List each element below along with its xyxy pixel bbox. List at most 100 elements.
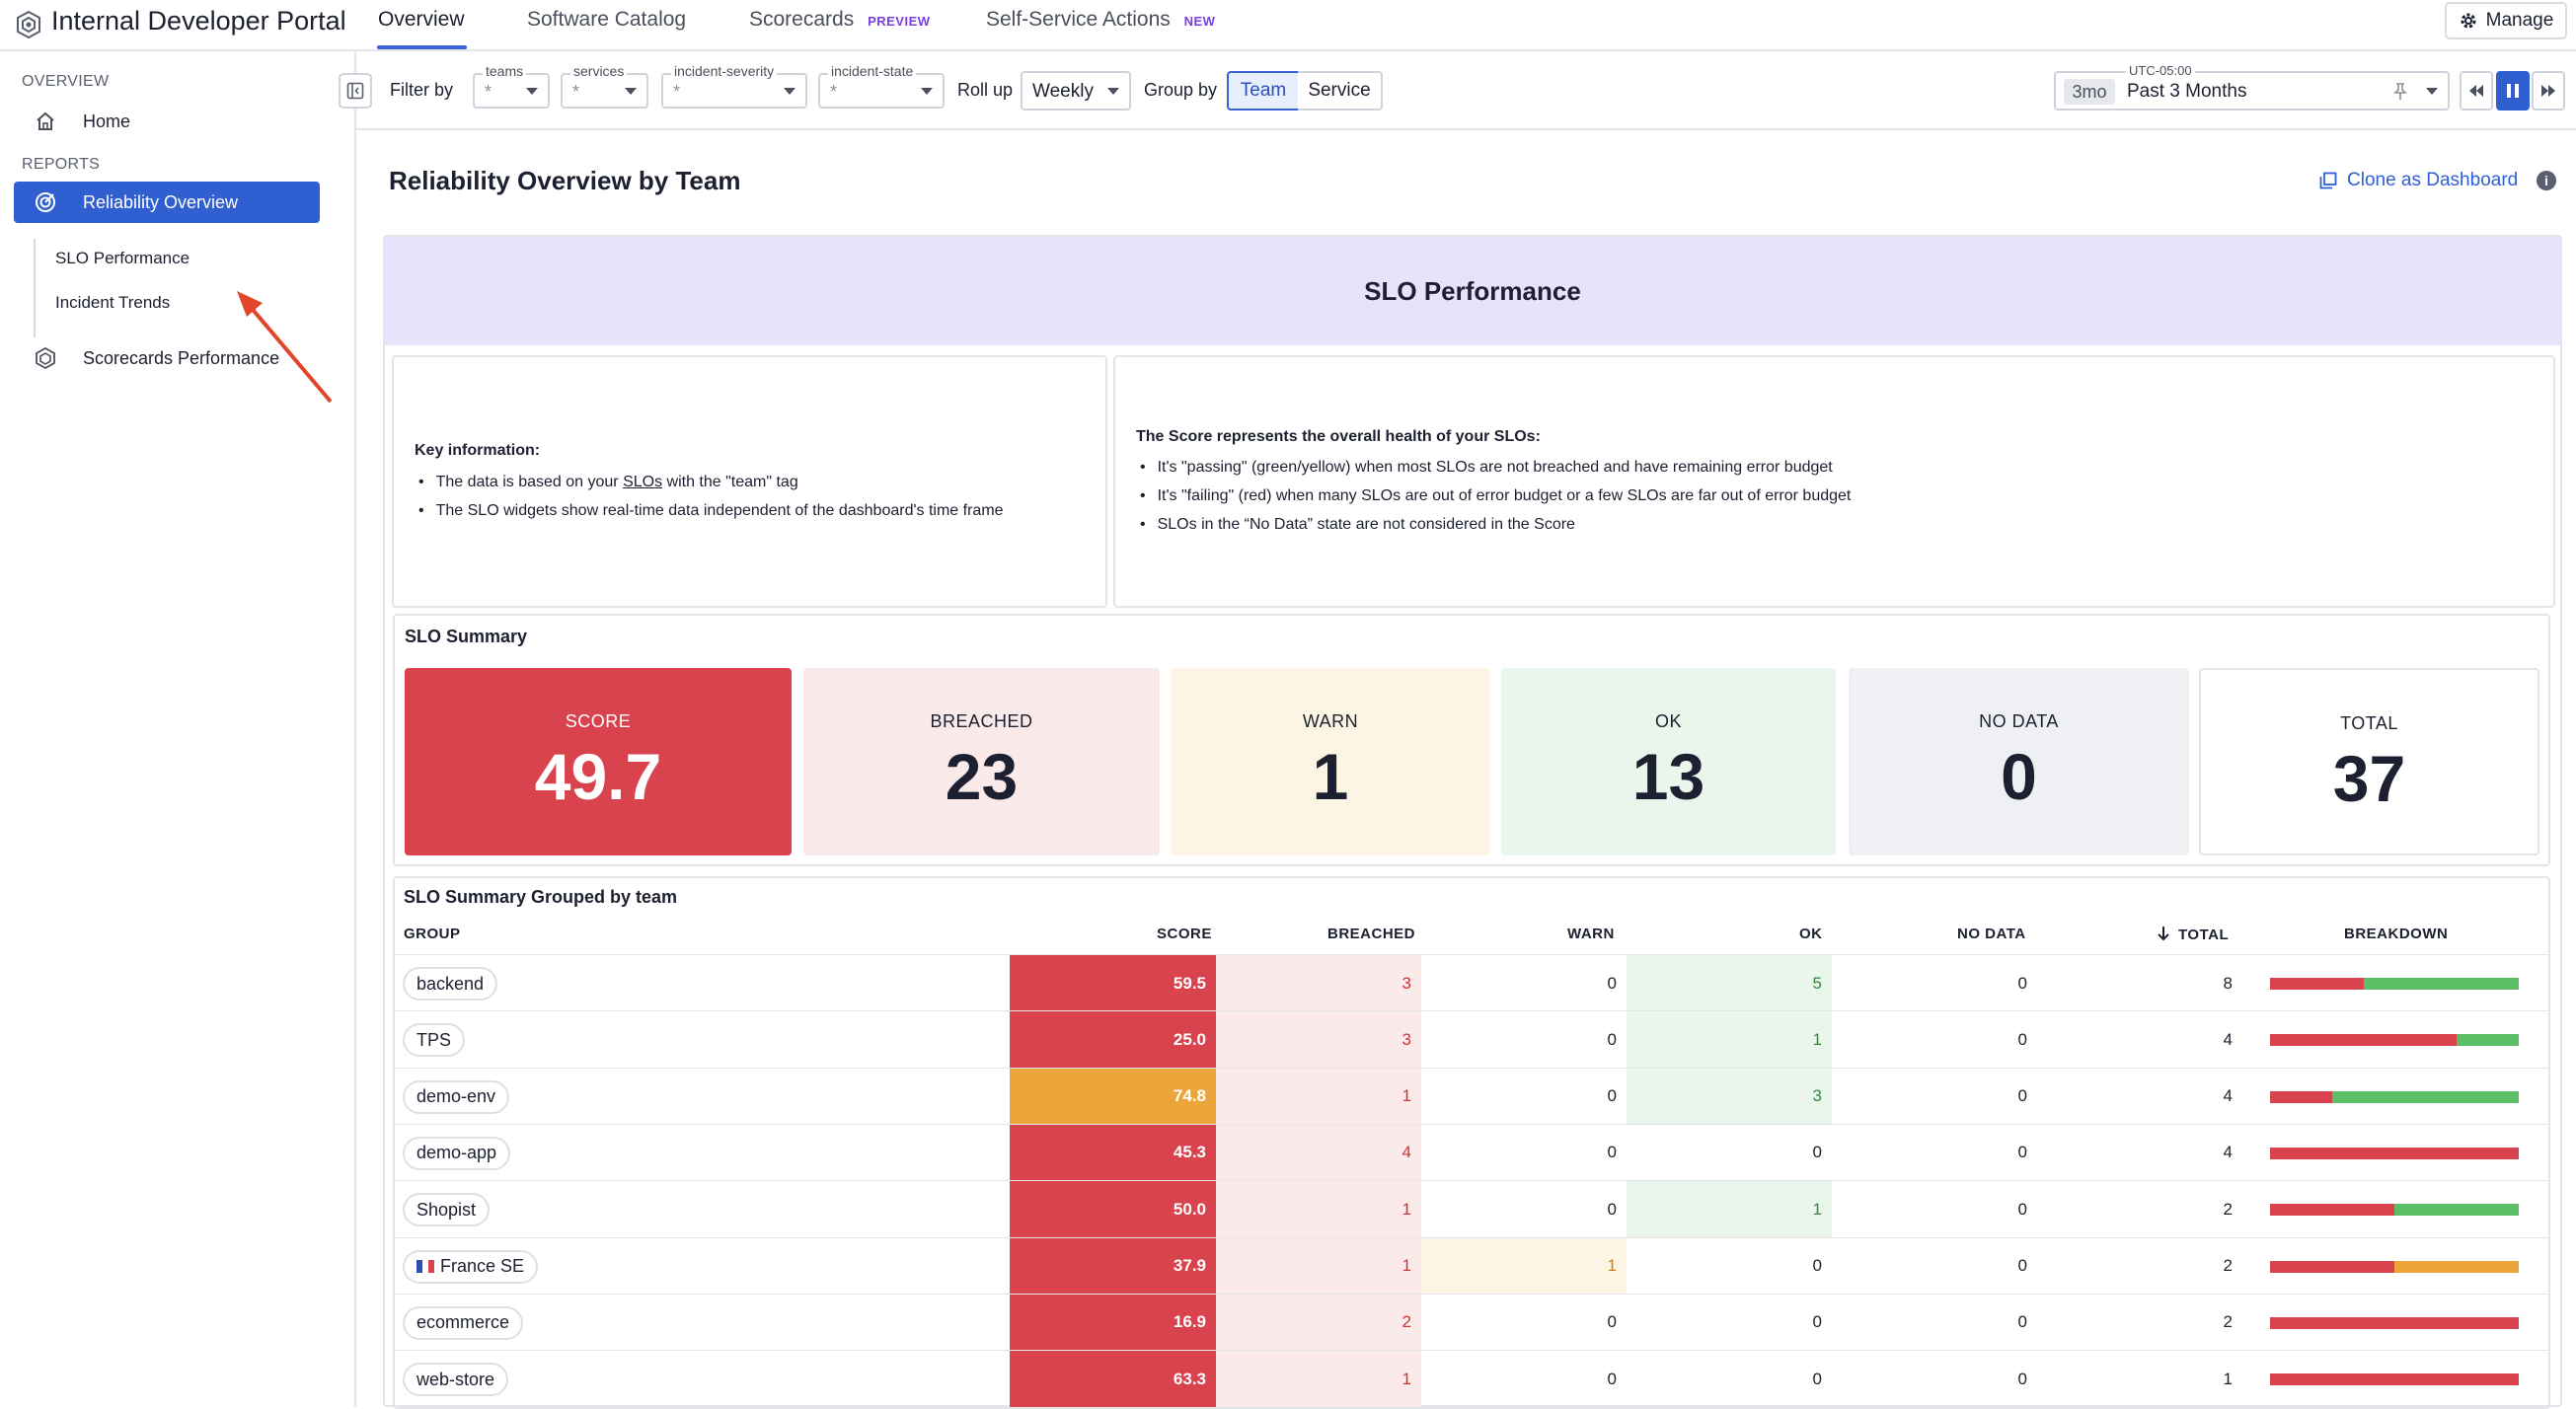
group-chip[interactable]: demo-app: [403, 1136, 511, 1170]
key-info-item: The SLO widgets show real-time data inde…: [418, 496, 1004, 525]
step-back-button[interactable]: [2460, 71, 2493, 111]
breakdown-bar: [2270, 1260, 2519, 1273]
table-row[interactable]: TPS 25.0 3 0 1 0 4: [395, 1010, 2548, 1069]
step-back-icon: [2469, 85, 2483, 97]
column-header-score[interactable]: SCORE: [1157, 926, 1212, 942]
manage-button[interactable]: Manage: [2445, 2, 2567, 39]
tab-overview[interactable]: Overview: [378, 8, 465, 32]
ok-cell: 0: [1812, 1312, 1822, 1332]
preview-badge: PREVIEW: [868, 14, 931, 29]
pause-icon: [2507, 84, 2519, 98]
table-row[interactable]: demo-app 45.3 4 0 0 0 4: [395, 1123, 2548, 1181]
group-chip[interactable]: demo-env: [403, 1079, 510, 1114]
rollup-select[interactable]: Weekly: [1021, 71, 1131, 111]
filter-by-label: Filter by: [390, 80, 454, 100]
tile-label: BREACHED: [930, 711, 1033, 731]
filter-value: *: [485, 82, 492, 102]
no-data-cell: 0: [2017, 1199, 2027, 1219]
table-row[interactable]: Shopist 50.0 1 0 1 0 2: [395, 1180, 2548, 1238]
breakdown-segment: [2363, 978, 2519, 990]
warn-cell: 1: [1421, 1237, 1627, 1295]
breakdown-bar: [2270, 1034, 2519, 1047]
incident-state-filter[interactable]: incident-state *: [818, 63, 945, 109]
score-cell: 16.9: [1010, 1294, 1216, 1351]
group-chip[interactable]: Shopist: [403, 1193, 491, 1227]
grouped-table-title: SLO Summary Grouped by team: [404, 887, 678, 907]
warn-cell: 0: [1607, 1029, 1617, 1049]
slo-summary-title: SLO Summary: [405, 627, 528, 646]
warn-tile: WARN 1: [1171, 668, 1490, 855]
tab-label: Overview: [378, 8, 465, 31]
group-chip[interactable]: TPS: [403, 1023, 466, 1058]
group-name: TPS: [417, 1029, 452, 1050]
group-chip[interactable]: ecommerce: [403, 1305, 524, 1340]
ok-cell: 0: [1812, 1143, 1822, 1162]
table-row[interactable]: backend 59.5 3 0 5 0 8: [395, 954, 2548, 1011]
tile-label: OK: [1654, 711, 1682, 731]
breached-cell: 4: [1216, 1124, 1421, 1181]
home-icon: [32, 108, 59, 135]
time-range-picker[interactable]: 3mo Past 3 Months: [2054, 71, 2450, 111]
slos-link[interactable]: SLOs: [623, 474, 662, 490]
groupby-service-toggle[interactable]: Service: [1298, 71, 1383, 111]
chevron-down-icon: [625, 88, 637, 95]
breakdown-bar: [2270, 1204, 2519, 1217]
incident-severity-filter[interactable]: incident-severity *: [661, 63, 807, 109]
breakdown-segment: [2270, 978, 2364, 990]
tab-self-service-actions[interactable]: Self-Service Actions NEW: [986, 8, 1215, 32]
group-chip[interactable]: backend: [403, 967, 498, 1001]
clone-as-dashboard-button[interactable]: Clone as Dashboard: [2319, 170, 2518, 191]
table-row[interactable]: web-store 63.3 1 0 0 0 1: [395, 1350, 2548, 1408]
breached-cell: 1: [1216, 1068, 1421, 1125]
score-cell: 63.3: [1010, 1351, 1216, 1408]
score-tile: SCORE 49.7: [405, 668, 792, 855]
pin-icon[interactable]: [2389, 81, 2411, 103]
sidebar-subitem-incident-trends[interactable]: Incident Trends: [55, 293, 170, 313]
total-cell: 8: [2223, 973, 2233, 993]
column-header-group[interactable]: GROUP: [404, 926, 461, 942]
sidebar-subitem-slo-performance[interactable]: SLO Performance: [55, 249, 189, 268]
collapse-sidebar-button[interactable]: [339, 73, 372, 109]
group-chip[interactable]: web-store: [403, 1363, 509, 1397]
ok-cell: 5: [1627, 955, 1832, 1011]
column-header-no-data[interactable]: NO DATA: [1957, 926, 2026, 942]
sidebar-item-reliability-overview[interactable]: Reliability Overview: [14, 182, 320, 223]
filter-label: services: [570, 63, 628, 79]
teams-filter[interactable]: teams *: [473, 63, 550, 109]
sidebar-item-home[interactable]: Home: [14, 101, 320, 142]
top-nav: Internal Developer Portal Overview Softw…: [0, 0, 2576, 51]
services-filter[interactable]: services *: [561, 63, 648, 109]
filter-value: *: [830, 82, 838, 102]
breached-cell: 3: [1216, 1011, 1421, 1069]
groupby-team-toggle[interactable]: Team: [1227, 71, 1300, 111]
no-data-cell: 0: [2017, 1143, 2027, 1162]
table-row[interactable]: ecommerce 16.9 2 0 0 0 2: [395, 1293, 2548, 1351]
warn-cell: 0: [1607, 1086, 1617, 1106]
tab-software-catalog[interactable]: Software Catalog: [527, 8, 686, 32]
score-cell: 74.8: [1010, 1068, 1216, 1125]
tab-scorecards[interactable]: Scorecards PREVIEW: [749, 8, 931, 32]
tile-value: 23: [945, 740, 1019, 813]
info-icon[interactable]: i: [2537, 171, 2556, 190]
breakdown-bar: [2270, 1373, 2519, 1386]
breakdown-segment: [2270, 1090, 2332, 1103]
group-name: demo-app: [417, 1143, 497, 1163]
breakdown-segment: [2394, 1204, 2519, 1217]
tile-label: WARN: [1302, 711, 1359, 731]
column-header-total[interactable]: TOTAL: [2157, 926, 2229, 943]
table-row[interactable]: France SE 37.9 1 1 0 0 2: [395, 1236, 2548, 1295]
timezone-label: UTC-05:00: [2126, 63, 2195, 78]
column-header-warn[interactable]: WARN: [1567, 926, 1615, 942]
breakdown-bar: [2270, 1147, 2519, 1159]
column-header-breached[interactable]: BREACHED: [1327, 926, 1415, 942]
no-data-cell: 0: [2017, 1029, 2027, 1049]
table-row[interactable]: demo-env 74.8 1 0 3 0 4: [395, 1067, 2548, 1125]
step-forward-icon: [2541, 85, 2555, 97]
pause-button[interactable]: [2496, 71, 2530, 111]
column-header-label: TOTAL: [2178, 927, 2230, 943]
group-chip[interactable]: France SE: [403, 1249, 539, 1284]
tab-label: Software Catalog: [527, 8, 687, 31]
sidebar-item-label: Home: [83, 111, 131, 131]
step-forward-button[interactable]: [2532, 71, 2565, 111]
column-header-ok[interactable]: OK: [1799, 926, 1823, 942]
